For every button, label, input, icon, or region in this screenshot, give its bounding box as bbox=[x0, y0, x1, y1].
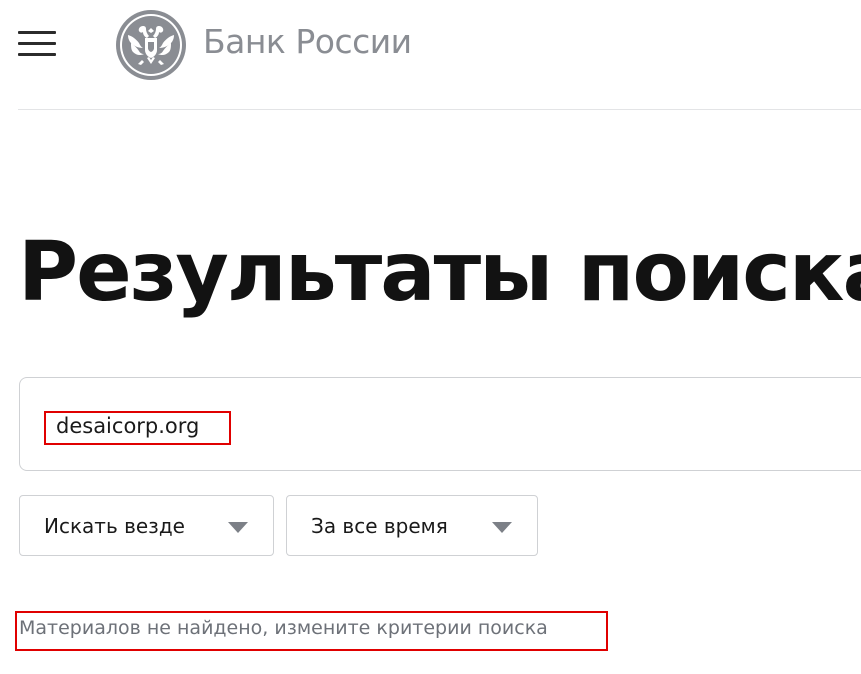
brand-name[interactable]: Банк России bbox=[203, 22, 412, 61]
search-input[interactable] bbox=[56, 411, 656, 441]
site-header: Банк России bbox=[0, 0, 861, 110]
no-results-message: Материалов не найдено, измените критерии… bbox=[19, 617, 548, 639]
chevron-down-icon bbox=[228, 522, 248, 533]
bank-emblem-icon[interactable] bbox=[114, 8, 188, 82]
search-period-label: За все время bbox=[311, 514, 448, 538]
search-scope-dropdown[interactable]: Искать везде bbox=[19, 495, 274, 556]
hamburger-line bbox=[18, 42, 56, 45]
search-period-dropdown[interactable]: За все время bbox=[286, 495, 538, 556]
hamburger-line bbox=[18, 31, 56, 34]
hamburger-line bbox=[18, 53, 56, 56]
page-title: Результаты поиска bbox=[18, 225, 861, 320]
chevron-down-icon bbox=[492, 522, 512, 533]
search-scope-label: Искать везде bbox=[44, 514, 185, 538]
search-field[interactable] bbox=[19, 377, 861, 471]
hamburger-menu-icon[interactable] bbox=[18, 31, 56, 57]
page: Банк России Результаты поиска Искать вез… bbox=[0, 0, 861, 674]
header-divider bbox=[18, 109, 861, 110]
